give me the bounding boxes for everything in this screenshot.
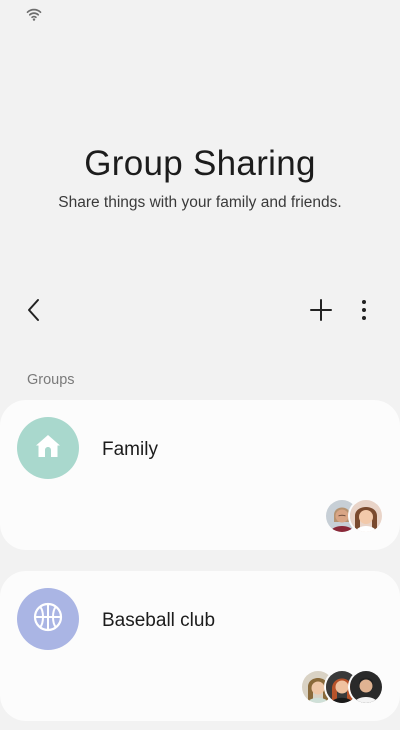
more-options-icon <box>361 299 367 326</box>
group-card-family[interactable]: Family <box>0 400 400 550</box>
page-header: Group Sharing Share things with your fam… <box>0 140 400 214</box>
more-options-button[interactable] <box>344 292 384 332</box>
wifi-icon <box>26 6 42 22</box>
group-avatar <box>17 588 79 650</box>
toolbar <box>0 292 400 332</box>
avatar <box>348 669 384 705</box>
avatar <box>348 498 384 534</box>
add-group-button[interactable] <box>301 292 341 332</box>
page-title: Group Sharing <box>84 144 316 183</box>
group-card-baseball-club[interactable]: Baseball club <box>0 571 400 721</box>
member-avatars <box>324 498 384 534</box>
group-name: Baseball club <box>102 610 216 631</box>
basketball-icon <box>33 602 63 637</box>
groups-section-label: Groups <box>27 372 75 388</box>
page-subtitle: Share things with your family and friend… <box>58 194 342 211</box>
back-button[interactable] <box>14 292 54 332</box>
member-avatars <box>300 669 384 705</box>
add-icon <box>310 298 332 326</box>
home-icon <box>34 432 62 465</box>
back-icon <box>24 298 44 327</box>
group-name: Family <box>102 439 158 460</box>
group-avatar <box>17 417 79 479</box>
